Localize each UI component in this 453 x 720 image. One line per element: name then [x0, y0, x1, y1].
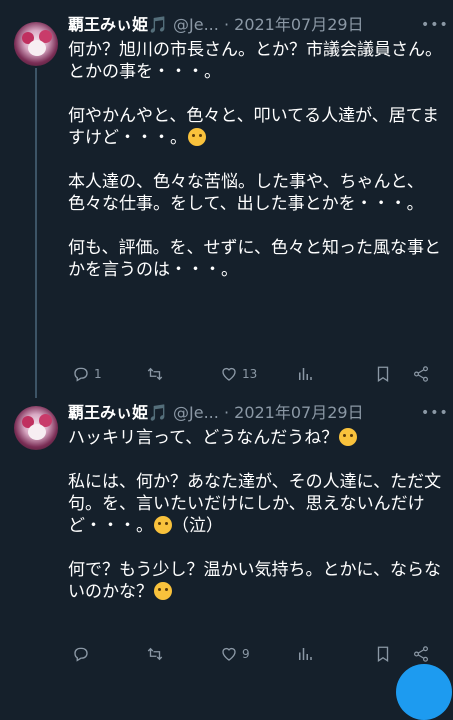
avatar[interactable]: [14, 22, 58, 66]
tweet-header: 覇王みぃ姫🎵 @Je... · 2021年07月29日: [68, 402, 364, 424]
sweat-smile-emoji-icon: [188, 128, 206, 146]
separator-dot: ·: [223, 403, 230, 422]
retweet-button[interactable]: [146, 362, 164, 386]
views-button[interactable]: [296, 362, 314, 386]
reply-icon: [74, 647, 88, 662]
tweet-header: 覇王みぃ姫🎵 @Je... · 2021年07月29日: [68, 14, 364, 36]
bookmark-icon: [377, 646, 389, 663]
retweet-icon: [147, 647, 163, 661]
separator-dot: ·: [223, 15, 230, 34]
thread-connector-line: [35, 68, 37, 398]
like-count: 9: [242, 647, 250, 661]
thinking-face-emoji-icon: [339, 428, 358, 446]
bookmark-button[interactable]: [374, 642, 392, 666]
tweet-actions: 9: [68, 642, 440, 666]
worried-face-emoji-icon: [154, 582, 172, 600]
bookmark-icon: [377, 366, 389, 383]
tweet-date[interactable]: 2021年07月29日: [234, 15, 363, 34]
music-note-icon: 🎵: [148, 15, 168, 34]
reply-button[interactable]: [72, 642, 94, 666]
more-options-icon[interactable]: •••: [421, 14, 448, 36]
share-button[interactable]: [412, 642, 430, 666]
display-name[interactable]: 覇王みぃ姫: [68, 403, 148, 422]
tweet-paragraph: 私には、何か？あなた達が、その人達に、ただ文句。を、言いたいだけにしか、思えない…: [68, 472, 442, 536]
tweet-text: ハッキリ言って、どうなんだうね？ 私には、何か？あなた達が、その人達に、ただ文句…: [68, 427, 444, 625]
tweet-paragraph: 本人達の、色々な苦悩。した事や、ちゃんと、色々な仕事。をして、出した事とかを・・…: [68, 172, 424, 214]
music-note-icon: 🎵: [148, 403, 168, 422]
tweet-paragraph: 何やかんやと、色々と、叩いてる人達が、居てますけど・・・。: [68, 106, 439, 148]
crying-face-emoji-icon: [154, 516, 172, 534]
tweet-paragraph: 何で？もう少し？温かい気持ち。とかに、ならないのかな？: [68, 560, 441, 602]
share-button[interactable]: [412, 362, 430, 386]
like-count: 13: [242, 367, 258, 381]
tweet-text: 何か？旭川の市長さん。とか？市議会議員さん。とかの事を・・・。 何やかんやと、色…: [68, 39, 444, 303]
reply-button[interactable]: 1: [72, 362, 102, 386]
compose-button[interactable]: [396, 664, 452, 720]
views-icon: [299, 648, 312, 660]
display-name[interactable]: 覇王みぃ姫: [68, 15, 148, 34]
bookmark-button[interactable]: [374, 362, 392, 386]
retweet-button[interactable]: [146, 642, 164, 666]
more-options-icon[interactable]: •••: [421, 402, 448, 424]
share-icon: [414, 646, 428, 662]
views-button[interactable]: [296, 642, 314, 666]
retweet-icon: [147, 367, 163, 381]
like-button[interactable]: 9: [220, 642, 250, 666]
reply-count: 1: [94, 367, 102, 381]
like-button[interactable]: 13: [220, 362, 257, 386]
user-handle[interactable]: @Je...: [173, 15, 219, 34]
avatar[interactable]: [14, 406, 58, 450]
tweet-paragraph: 何か？旭川の市長さん。とか？市議会議員さん。とかの事を・・・。: [68, 40, 442, 82]
tweet-actions: 1 13: [68, 362, 440, 386]
share-icon: [414, 366, 428, 382]
user-handle[interactable]: @Je...: [173, 403, 219, 422]
reply-icon: [74, 367, 88, 382]
tweet-paragraph: ハッキリ言って、どうなんだうね？: [68, 427, 444, 449]
like-icon: [222, 367, 236, 381]
like-icon: [222, 647, 236, 661]
tweet-date[interactable]: 2021年07月29日: [234, 403, 363, 422]
tweet-paragraph: 何も、評価。を、せずに、色々と知った風な事とかを言うのは・・・。: [68, 238, 441, 280]
views-icon: [299, 368, 312, 380]
